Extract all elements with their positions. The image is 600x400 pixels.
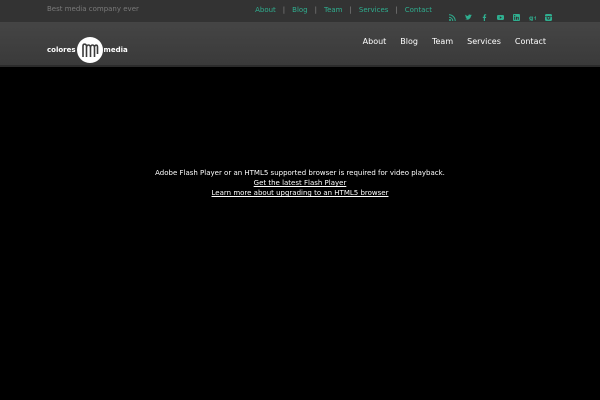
googleplus-icon[interactable]: g+ — [529, 6, 538, 22]
twitter-icon[interactable] — [465, 6, 472, 20]
site-logo[interactable]: colores media — [47, 37, 128, 63]
facebook-icon[interactable] — [481, 6, 488, 21]
video-player[interactable] — [0, 69, 600, 400]
separator: | — [349, 6, 352, 14]
instagram-icon[interactable] — [545, 6, 552, 21]
nav-team[interactable]: Team — [432, 37, 453, 46]
top-nav-blog[interactable]: Blog — [292, 6, 307, 14]
get-flash-link[interactable]: Get the latest Flash Player — [0, 178, 600, 188]
linkedin-icon[interactable] — [513, 6, 520, 21]
top-nav-team[interactable]: Team — [324, 6, 343, 14]
nav-services[interactable]: Services — [467, 37, 501, 46]
main-nav: About Blog Team Services Contact — [349, 37, 546, 46]
top-nav: About | Blog | Team | Services | Contact — [255, 6, 432, 14]
youtube-icon[interactable] — [497, 6, 504, 20]
site-header: colores media About Blog Team Services C… — [0, 22, 600, 67]
flash-required-message: Adobe Flash Player or an HTML5 supported… — [0, 168, 600, 198]
logo-text-right: media — [103, 46, 128, 54]
separator: | — [282, 6, 286, 14]
separator: | — [395, 6, 398, 14]
nav-contact[interactable]: Contact — [515, 37, 546, 46]
rss-icon[interactable] — [448, 6, 456, 22]
logo-text-left: colores — [47, 46, 76, 54]
logo-mark-icon — [76, 37, 103, 63]
upgrade-html5-link[interactable]: Learn more about upgrading to an HTML5 b… — [0, 188, 600, 198]
social-links: g+ — [448, 6, 552, 22]
nav-blog[interactable]: Blog — [400, 37, 418, 46]
svg-text:g+: g+ — [529, 15, 536, 21]
nav-about[interactable]: About — [363, 37, 387, 46]
site-tagline: Best media company ever — [47, 5, 139, 13]
top-nav-about[interactable]: About — [255, 6, 276, 14]
top-nav-services[interactable]: Services — [359, 6, 389, 14]
top-nav-contact[interactable]: Contact — [405, 6, 432, 14]
top-bar: Best media company ever About | Blog | T… — [0, 0, 600, 22]
flash-message-text: Adobe Flash Player or an HTML5 supported… — [155, 169, 445, 177]
separator: | — [314, 6, 317, 14]
